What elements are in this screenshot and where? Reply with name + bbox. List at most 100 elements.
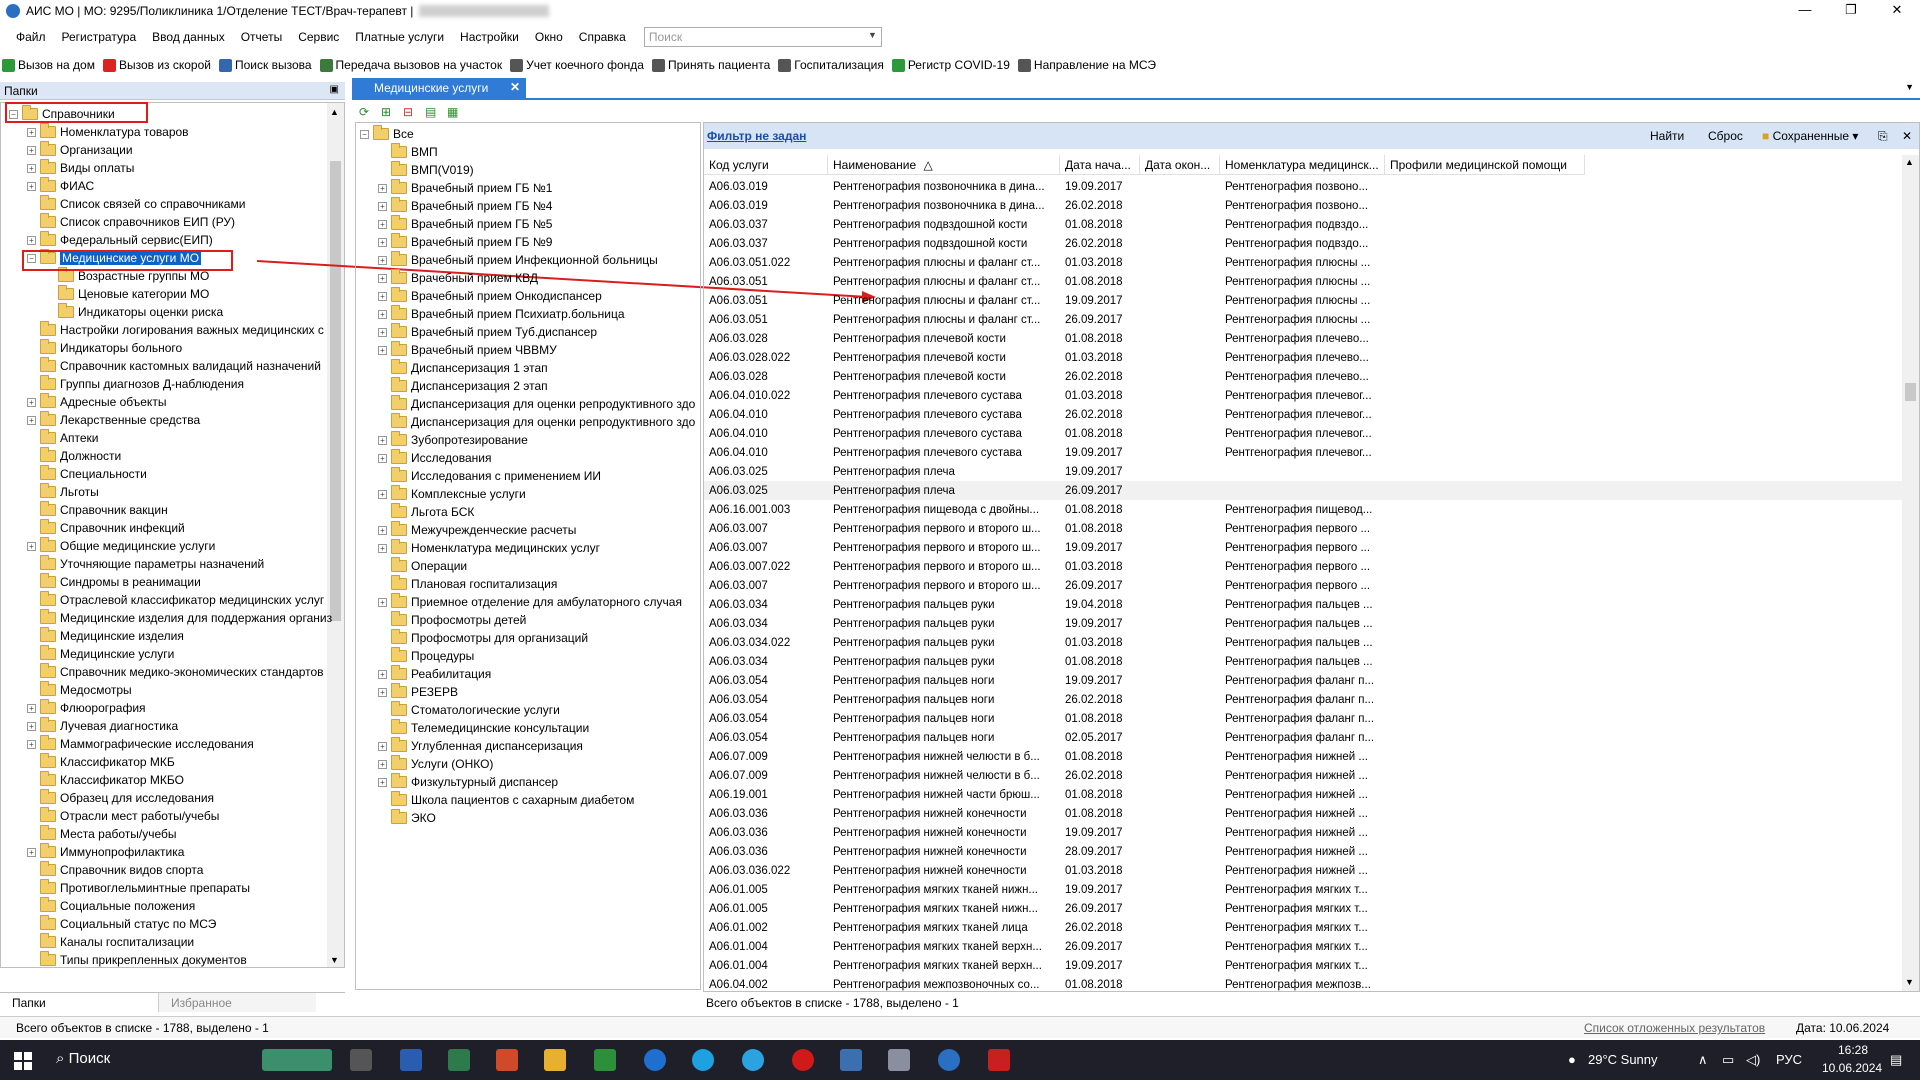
table-row[interactable]: A06.03.034 Рентгенография пальцев руки 19.… <box>704 614 1904 633</box>
add-folder-icon[interactable]: ⊞ <box>381 105 395 119</box>
table-row[interactable]: A06.03.054 Рентгенография пальцев ноги 19.… <box>704 671 1904 690</box>
table-row[interactable]: A06.04.002 Рентгенография межпозвоночных … <box>704 975 1904 991</box>
filter-link[interactable]: Фильтр не задан <box>704 129 806 143</box>
category-item[interactable]: + Межучрежденческие расчеты <box>378 521 576 539</box>
table-row[interactable]: A06.03.034 Рентгенография пальцев руки 19.… <box>704 595 1904 614</box>
telegram-icon[interactable] <box>742 1049 764 1071</box>
table-row[interactable]: A06.01.005 Рентгенография мягких тканей н… <box>704 880 1904 899</box>
category-item[interactable]: + Исследования <box>378 449 491 467</box>
table-row[interactable]: A06.03.036 Рентгенография нижней конечнос… <box>704 842 1904 861</box>
delete-folder-icon[interactable]: ⊟ <box>403 105 417 119</box>
scroll-down-icon[interactable]: ▼ <box>1905 977 1914 987</box>
windows-start-icon[interactable] <box>14 1052 32 1070</box>
saved-filters-button[interactable]: ■ Сохраненные ▾ <box>1762 129 1858 143</box>
expand-icon[interactable]: + <box>378 687 387 697</box>
column-header[interactable]: Дата окон... <box>1140 155 1220 174</box>
category-item[interactable]: Школа пациентов с сахарным диабетом <box>378 791 634 809</box>
column-header[interactable]: Профили медицинской помощи <box>1385 155 1585 174</box>
category-item[interactable]: ЭКО <box>378 809 436 827</box>
category-item[interactable]: + Услуги (ОНКО) <box>378 755 493 773</box>
expand-icon[interactable]: + <box>378 669 387 679</box>
weather-icon[interactable]: ● <box>1568 1052 1576 1067</box>
table-row[interactable]: A06.04.010 Рентгенография плечевого суста… <box>704 443 1904 462</box>
column-header[interactable]: Код услуги <box>704 155 828 174</box>
find-button[interactable]: Найти <box>1650 129 1684 143</box>
expand-icon[interactable]: + <box>378 327 387 337</box>
category-item[interactable]: + Врачебный прием ГБ №4 <box>378 197 552 215</box>
save-filter-icon[interactable]: ⎘ <box>1878 129 1888 144</box>
language-indicator[interactable]: РУС <box>1776 1052 1802 1067</box>
category-item[interactable]: + Приемное отделение для амбулаторного сл… <box>378 593 682 611</box>
category-item[interactable]: + Врачебный прием Психиатр.больница <box>378 305 625 323</box>
table-row[interactable]: A06.03.051 Рентгенография плюсны и фаланг… <box>704 291 1904 310</box>
table-row[interactable]: A06.01.004 Рентгенография мягких тканей в… <box>704 956 1904 975</box>
table-row[interactable]: A06.03.019 Рентгенография позвоночника в … <box>704 177 1904 196</box>
expand-icon[interactable]: + <box>378 597 387 607</box>
category-item[interactable]: Профосмотры для организаций <box>378 629 588 647</box>
edit-folder-icon[interactable]: ▤ <box>425 105 439 119</box>
scroll-thumb[interactable] <box>1905 383 1916 401</box>
table-row[interactable]: A06.03.007 Рентгенография первого и второ… <box>704 519 1904 538</box>
expand-icon[interactable]: + <box>378 255 387 265</box>
table-row[interactable]: A06.04.010 Рентгенография плечевого суста… <box>704 405 1904 424</box>
app-icon-1[interactable] <box>400 1049 422 1071</box>
table-row[interactable]: A06.03.025 Рентгенография плеча 26.09.2017 <box>704 481 1904 500</box>
tab-folders[interactable]: Папки <box>0 993 158 1012</box>
category-item[interactable]: Стоматологические услуги <box>378 701 560 719</box>
pdf-icon[interactable] <box>988 1049 1010 1071</box>
close-filter-icon[interactable]: ✕ <box>1902 129 1912 143</box>
expand-icon[interactable]: + <box>378 201 387 211</box>
table-row[interactable]: A06.03.054 Рентгенография пальцев ноги 02.… <box>704 728 1904 747</box>
category-item[interactable]: Процедуры <box>378 647 474 665</box>
category-item[interactable]: Диспансеризация для оценки репродуктивно… <box>378 413 695 431</box>
category-item[interactable]: + Врачебный прием Онкодиспансер <box>378 287 602 305</box>
file-explorer-icon[interactable] <box>544 1049 566 1071</box>
clock-date[interactable]: 10.06.2024 <box>1822 1061 1882 1075</box>
table-row[interactable]: A06.03.036.022 Рентгенография нижней коне… <box>704 861 1904 880</box>
table-row[interactable]: A06.07.009 Рентгенография нижней челюсти … <box>704 766 1904 785</box>
expand-icon[interactable]: + <box>378 237 387 247</box>
browser-icon[interactable] <box>644 1049 666 1071</box>
ais-mo-icon[interactable] <box>938 1049 960 1071</box>
expand-icon[interactable]: + <box>378 777 387 787</box>
taskbar-search[interactable]: ⌕ Поиск <box>56 1050 110 1067</box>
table-row[interactable]: A06.19.001 Рентгенография нижней части бр… <box>704 785 1904 804</box>
table-row[interactable]: A06.03.019 Рентгенография позвоночника в … <box>704 196 1904 215</box>
table-row[interactable]: A06.03.028 Рентгенография плечевой кости 0… <box>704 329 1904 348</box>
category-item[interactable]: + Врачебный прием ГБ №9 <box>378 233 552 251</box>
category-item[interactable]: Диспансеризация для оценки репродуктивно… <box>378 395 695 413</box>
table-row[interactable]: A06.01.005 Рентгенография мягких тканей н… <box>704 899 1904 918</box>
table-row[interactable]: A06.03.034.022 Рентгенография пальцев рук… <box>704 633 1904 652</box>
taskbar-widget-icon[interactable] <box>262 1049 332 1071</box>
refresh-icon[interactable]: ⟳ <box>359 105 373 119</box>
category-item[interactable]: Диспансеризация 1 этап <box>378 359 548 377</box>
category-item[interactable]: Операции <box>378 557 467 575</box>
table-row[interactable]: A06.01.002 Рентгенография мягких тканей л… <box>704 918 1904 937</box>
table-row[interactable]: A06.03.037 Рентгенография подвздошной кос… <box>704 234 1904 253</box>
expand-icon[interactable]: + <box>378 525 387 535</box>
table-row[interactable]: A06.03.007 Рентгенография первого и второ… <box>704 538 1904 557</box>
notifications-icon[interactable]: ▤ <box>1890 1052 1902 1068</box>
column-header[interactable]: Дата нача... <box>1060 155 1140 174</box>
table-row[interactable]: A06.04.010 Рентгенография плечевого суста… <box>704 424 1904 443</box>
app-icon-3[interactable] <box>496 1049 518 1071</box>
grid-vscroll[interactable]: ▲ ▼ <box>1902 155 1919 991</box>
table-row[interactable]: A06.03.054 Рентгенография пальцев ноги 26.… <box>704 690 1904 709</box>
network-icon[interactable]: ▭ <box>1722 1052 1734 1068</box>
calculator-icon[interactable] <box>448 1049 470 1071</box>
expand-icon[interactable]: + <box>378 345 387 355</box>
table-row[interactable]: A06.03.037 Рентгенография подвздошной кос… <box>704 215 1904 234</box>
expand-icon[interactable]: + <box>378 759 387 769</box>
table-row[interactable]: A06.03.051 Рентгенография плюсны и фаланг… <box>704 272 1904 291</box>
table-row[interactable]: A06.03.007 Рентгенография первого и второ… <box>704 576 1904 595</box>
app-icon-5[interactable] <box>594 1049 616 1071</box>
sort-asc-icon[interactable]: △ <box>920 158 933 172</box>
opera-icon[interactable] <box>792 1049 814 1071</box>
category-item[interactable]: + РЕЗЕРВ <box>378 683 458 701</box>
expand-icon[interactable]: + <box>378 543 387 553</box>
column-header[interactable]: Наименование △ <box>828 155 1060 174</box>
deferred-results-link[interactable]: Список отложенных результатов <box>1584 1021 1765 1035</box>
category-item[interactable]: + Реабилитация <box>378 665 491 683</box>
category-item[interactable]: Диспансеризация 2 этап <box>378 377 548 395</box>
reset-button[interactable]: Сброс <box>1708 129 1743 143</box>
